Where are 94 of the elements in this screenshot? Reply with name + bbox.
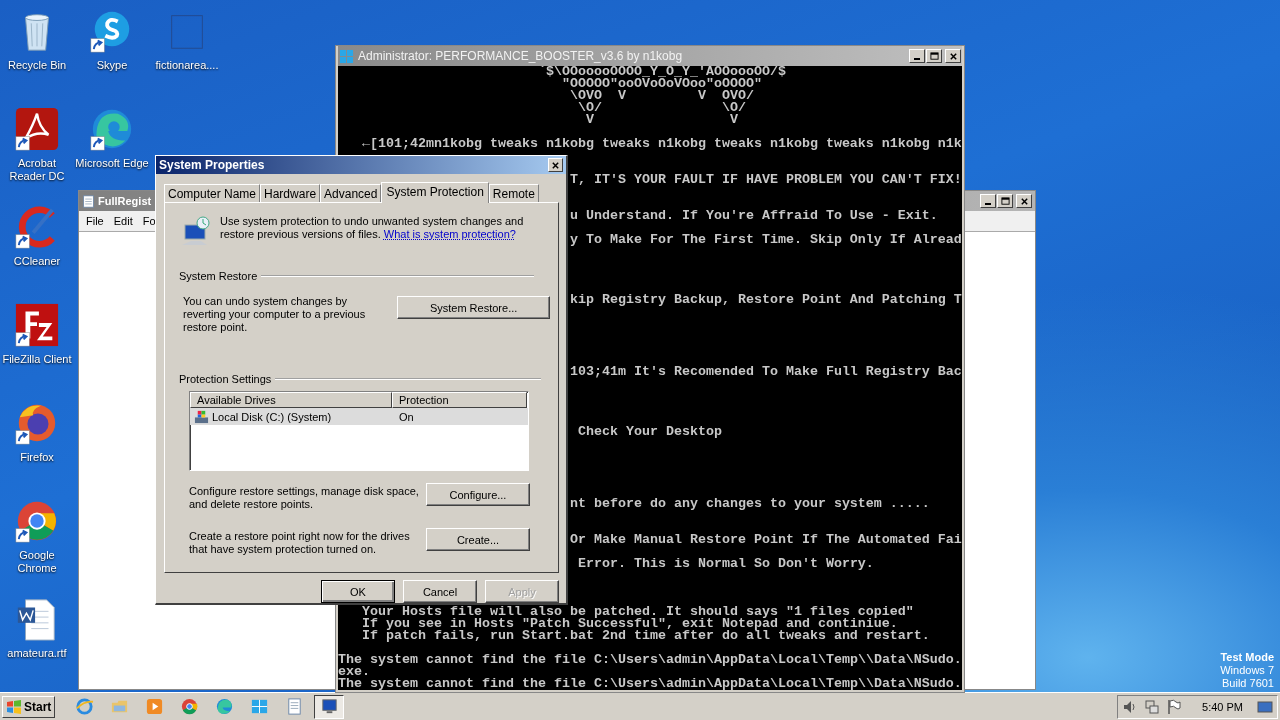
watermark-text: Build 7601 (1222, 677, 1274, 690)
console-line: Or Make Manual Restore Point If The Automated Fai (569, 534, 962, 546)
create-button[interactable]: Create... (426, 528, 530, 551)
icon-label: Google Chrome (16, 549, 58, 575)
column-header[interactable]: Protection (392, 392, 527, 408)
pdf-reader-icon[interactable] (14, 106, 60, 152)
console-line: ←[101;42mn1kobg tweaks n1kobg tweaks n1kobg tweaks n1kobg tweaks n1kobg n1k (362, 138, 962, 150)
close-button[interactable] (548, 158, 563, 172)
computer-icon (319, 697, 339, 716)
flag-icon[interactable] (1166, 698, 1183, 715)
section-heading: System Restore (179, 270, 258, 282)
console-line: Error. This is Normal So Don't Worry. (577, 558, 874, 570)
network-icon[interactable] (1144, 698, 1161, 715)
menu-item[interactable]: Fo (142, 215, 156, 227)
notepad-icon (82, 194, 95, 208)
console-line: nt before do any changes to your system ..... (569, 498, 930, 510)
minimize-icon (914, 57, 920, 60)
console-line: The system cannot find the file C:\Users\admin\AppData\Local\Temp\\Data\NSudo. (338, 678, 962, 690)
tab[interactable]: Advanced (320, 184, 382, 202)
close-icon (948, 51, 958, 61)
system-restore-button[interactable]: System Restore... (397, 296, 550, 319)
windows-icon (249, 697, 269, 716)
console-line: kip Registry Backup, Restore Point And Patching T (569, 294, 962, 306)
icon-label: fictionarea.... (154, 59, 220, 72)
window-title: Administrator: PERFORMANCE_BOOSTER_v3.6 by n1kobg (358, 49, 683, 63)
console-line: Check Your Desktop (577, 426, 722, 438)
protection-status: On (398, 410, 415, 423)
drive-name: Local Disk (C:) (System) (212, 410, 332, 423)
console-line: Your Hosts file will also be patched. It should says "1 files copied" (362, 606, 914, 618)
minimize-button[interactable] (980, 194, 996, 208)
browser-icon (74, 697, 94, 716)
console-line: y To Make For The First Time. Skip Only If Alread (569, 234, 962, 246)
list-row[interactable]: Local Disk (C:) (System) On (190, 408, 528, 425)
close-button[interactable] (1016, 194, 1032, 208)
section-heading: Protection Settings (179, 373, 272, 385)
console-line: 103;41m It's Recomended To Make Full Registry Bac (569, 366, 962, 378)
column-header[interactable]: Available Drives (190, 392, 392, 408)
description-text: Create a restore point right now for the drives that have system protection turned on. (189, 530, 411, 556)
window-title: FullRegist (98, 195, 152, 207)
windows-icon (339, 48, 354, 64)
watermark-text: Windows 7 (1220, 664, 1274, 677)
dialog-button[interactable]: OK (321, 580, 395, 603)
icon-label: CCleaner (12, 255, 62, 268)
console-line: \O/ \O/ (577, 102, 746, 114)
minimize-icon (985, 202, 991, 205)
tab[interactable]: Computer Name (164, 184, 261, 202)
help-link[interactable]: What is system protection? (383, 228, 516, 240)
start-button[interactable]: Start (2, 695, 56, 718)
minimize-button[interactable] (909, 49, 925, 63)
tab[interactable]: Hardware (260, 184, 321, 202)
maximize-button[interactable] (997, 194, 1013, 208)
console-line: u Understand. If You're Affraid To Use - Exit. (569, 210, 938, 222)
close-icon (551, 160, 560, 170)
icon-label: Microsoft Edge (75, 157, 149, 170)
console-line: `$\OOooooOOOO_Y_O_Y_'AOOoooOO/$ (537, 66, 786, 78)
drive-icon (194, 409, 209, 424)
console-line: exe. (338, 666, 370, 678)
browser-icon (179, 697, 199, 716)
console-line: If you see in Hosts "Patch Successful", exit Notepad and continiue. (362, 618, 898, 630)
watermark-text: Test Mode (1220, 651, 1274, 664)
ftp-client-icon[interactable] (14, 302, 60, 348)
icon-label: amateura.rtf (6, 647, 68, 660)
taskbar-button[interactable] (314, 694, 345, 719)
browser-icon (214, 697, 234, 716)
clock[interactable]: 5:40 PM (1202, 700, 1243, 713)
console-line: T, IT'S YOUR FAULT IF HAVE PROBLEM YOU CAN'T FIX! (569, 174, 962, 186)
windows-icon (6, 698, 22, 715)
console-line: "OOOOO"ooOVoOoVOoo"oOOOO" (561, 78, 762, 90)
icon-label: Skype (95, 59, 129, 72)
description-text: You can undo system changes by reverting your computer to a previous restore point. (183, 295, 367, 334)
maximize-button[interactable] (926, 49, 942, 63)
console-line: V V (585, 114, 738, 126)
dialog-button[interactable]: Cancel (403, 580, 477, 603)
close-button[interactable] (945, 49, 961, 63)
maximize-icon (929, 51, 939, 61)
configure-button[interactable]: Configure... (426, 483, 530, 506)
media-player-icon (144, 697, 164, 716)
icon-label: FileZilla Client (1, 353, 73, 366)
menu-item[interactable]: Edit (113, 215, 133, 227)
icon-label: Acrobat Reader DC (8, 157, 66, 183)
menu-item[interactable]: File (86, 215, 104, 227)
window-title: System Properties (159, 158, 266, 172)
description-text: Configure restore settings, manage disk space, and delete restore points. (189, 485, 420, 511)
console-line: \OVO V V OVO/ (569, 90, 754, 102)
tab[interactable]: System Protection (381, 182, 489, 203)
console-line: If patch fails, run Start.bat 2nd time after do all tweaks and restart. (362, 630, 930, 642)
tab[interactable]: Remote (488, 184, 539, 202)
maximize-icon (1000, 196, 1010, 206)
close-icon (1019, 196, 1029, 206)
icon-label: Recycle Bin (6, 59, 68, 72)
description-text: Use system protection to undo unwanted system changes and restore previous versions of files. What is system protection? (220, 215, 525, 242)
console-line: The system cannot find the file C:\Users\admin\AppData\Local\Temp\\Data\NSudo. (338, 654, 962, 666)
show-desktop-icon[interactable] (1257, 698, 1273, 715)
icon-label: Firefox (19, 451, 55, 464)
